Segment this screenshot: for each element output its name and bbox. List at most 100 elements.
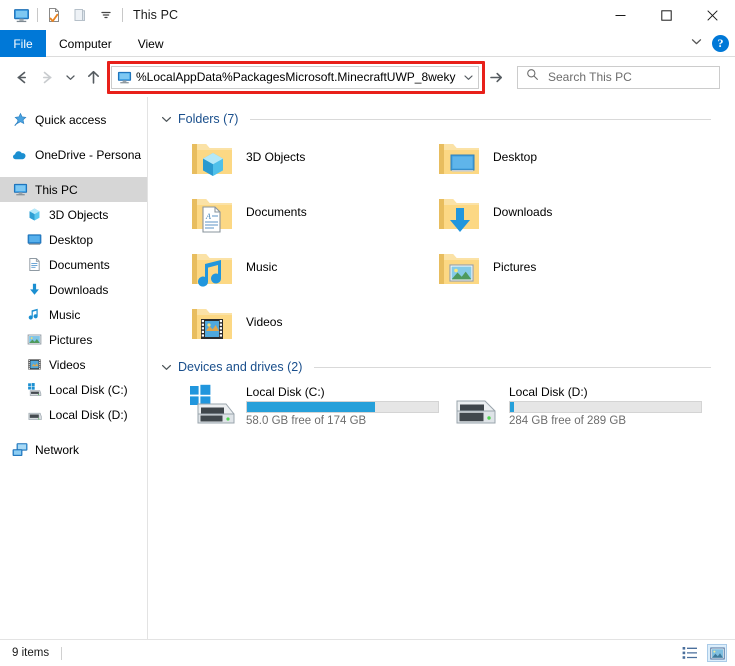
drive-icon: [451, 384, 499, 426]
go-button[interactable]: [483, 64, 509, 90]
sidebar-item-music[interactable]: Music: [0, 302, 147, 327]
address-bar-container: %LocalAppData%PackagesMicrosoft.Minecraf…: [111, 66, 479, 89]
folder-pictures-icon: [435, 243, 483, 291]
sidebar-item-label: 3D Objects: [49, 208, 108, 222]
customize-dropdown-icon[interactable]: [93, 3, 119, 27]
sidebar-item-label: Quick access: [35, 113, 106, 127]
sidebar-item-downloads[interactable]: Downloads: [0, 277, 147, 302]
help-icon[interactable]: ?: [712, 35, 729, 52]
folder-item-label: Videos: [246, 315, 282, 329]
folder-item-3d-objects[interactable]: 3D Objects: [174, 129, 421, 184]
drive-item-local-disk-c[interactable]: Local Disk (C:) 58.0 GB free of 174 GB: [174, 377, 437, 433]
folder-3d-objects-icon: [188, 133, 236, 181]
properties-icon[interactable]: [41, 3, 67, 27]
back-button[interactable]: [8, 64, 34, 90]
drive-windows-icon: [188, 384, 236, 426]
folder-item-documents[interactable]: A Documents: [174, 184, 421, 239]
network-icon: [12, 442, 28, 458]
sidebar-item-label: Videos: [49, 358, 85, 372]
details-view-icon[interactable]: [680, 644, 700, 662]
explorer-body: Quick access OneDrive - Persona: [0, 97, 735, 639]
tab-view[interactable]: View: [125, 30, 177, 57]
sidebar-gap-1: [0, 132, 147, 142]
group-title: Devices and drives (2): [178, 360, 302, 374]
drive-usage-bar: [509, 401, 702, 413]
sidebar-item-onedrive[interactable]: OneDrive - Persona: [0, 142, 147, 167]
item-count-label: 9 items: [0, 647, 49, 659]
large-icons-view-icon[interactable]: [707, 644, 727, 662]
sidebar-item-label: Local Disk (D:): [49, 408, 128, 422]
drive-item-local-disk-d[interactable]: Local Disk (D:) 284 GB free of 289 GB: [437, 377, 700, 433]
search-icon: [526, 68, 539, 86]
navigation-bar: %LocalAppData%PackagesMicrosoft.Minecraf…: [0, 57, 735, 97]
new-folder-icon[interactable]: [67, 3, 93, 27]
folder-item-videos[interactable]: Videos: [174, 294, 421, 349]
documents-icon: [26, 257, 42, 273]
close-button[interactable]: [689, 0, 735, 30]
folder-item-label: Downloads: [493, 205, 552, 219]
navigation-pane: Quick access OneDrive - Persona: [0, 97, 148, 639]
chevron-down-icon[interactable]: [690, 35, 703, 53]
search-box[interactable]: Search This PC: [517, 66, 720, 89]
folder-item-label: Pictures: [493, 260, 536, 274]
drive-label: Local Disk (C:): [246, 385, 439, 399]
folder-item-downloads[interactable]: Downloads: [421, 184, 668, 239]
sidebar-item-network[interactable]: Network: [0, 437, 147, 462]
sidebar-item-label: Downloads: [49, 283, 108, 297]
folder-item-desktop[interactable]: Desktop: [421, 129, 668, 184]
folder-documents-icon: A: [188, 188, 236, 236]
folder-item-pictures[interactable]: Pictures: [421, 239, 668, 294]
sidebar-item-videos[interactable]: Videos: [0, 352, 147, 377]
this-pc-icon[interactable]: [8, 3, 34, 27]
drive-free-space: 284 GB free of 289 GB: [509, 415, 702, 427]
search-placeholder: Search This PC: [548, 70, 632, 84]
address-dropdown-icon[interactable]: [460, 72, 476, 83]
sidebar-item-local-disk-c[interactable]: Local Disk (C:): [0, 377, 147, 402]
drives-grid: Local Disk (C:) 58.0 GB free of 174 GB: [148, 377, 735, 433]
chevron-down-icon[interactable]: [160, 114, 172, 125]
group-header-folders[interactable]: Folders (7): [148, 105, 735, 129]
folder-item-music[interactable]: Music: [174, 239, 421, 294]
status-divider: [61, 647, 62, 660]
group-title: Folders (7): [178, 112, 238, 126]
title-bar: This PC: [0, 0, 735, 30]
folder-item-label: Documents: [246, 205, 307, 219]
drive-info: Local Disk (D:) 284 GB free of 289 GB: [509, 383, 702, 427]
sidebar-item-quick-access[interactable]: Quick access: [0, 107, 147, 132]
chevron-down-icon[interactable]: [160, 362, 172, 373]
file-list-pane: Folders (7): [148, 97, 735, 639]
up-button[interactable]: [80, 64, 106, 90]
sidebar-item-3d-objects[interactable]: 3D Objects: [0, 202, 147, 227]
onedrive-cloud-icon: [12, 147, 28, 163]
maximize-button[interactable]: [643, 0, 689, 30]
forward-button[interactable]: [34, 64, 60, 90]
sidebar-gap-3: [0, 427, 147, 437]
sidebar-item-local-disk-d[interactable]: Local Disk (D:): [0, 402, 147, 427]
this-pc-icon: [12, 182, 28, 198]
minimize-button[interactable]: [597, 0, 643, 30]
star-pin-icon: [12, 112, 28, 128]
group-header-devices[interactable]: Devices and drives (2): [148, 353, 735, 377]
sidebar-item-label: Music: [49, 308, 80, 322]
address-bar[interactable]: %LocalAppData%PackagesMicrosoft.Minecraf…: [111, 66, 479, 89]
drive-usage-fill: [247, 402, 375, 412]
folder-downloads-icon: [435, 188, 483, 236]
local-disk-icon: [26, 407, 42, 423]
local-disk-windows-icon: [26, 382, 42, 398]
sidebar-item-label: OneDrive - Persona: [35, 148, 141, 162]
videos-icon: [26, 357, 42, 373]
sidebar-item-desktop[interactable]: Desktop: [0, 227, 147, 252]
recent-locations-button[interactable]: [60, 64, 80, 90]
desktop-icon: [26, 232, 42, 248]
group-divider: [250, 119, 711, 120]
window-controls: [597, 0, 735, 30]
folder-desktop-icon: [435, 133, 483, 181]
status-bar: 9 items: [0, 639, 735, 666]
sidebar-item-documents[interactable]: Documents: [0, 252, 147, 277]
qat-divider-2: [122, 8, 123, 22]
folder-item-label: 3D Objects: [246, 150, 305, 164]
tab-file[interactable]: File: [0, 30, 46, 57]
sidebar-item-this-pc[interactable]: This PC: [0, 177, 147, 202]
tab-computer[interactable]: Computer: [46, 30, 125, 57]
sidebar-item-pictures[interactable]: Pictures: [0, 327, 147, 352]
